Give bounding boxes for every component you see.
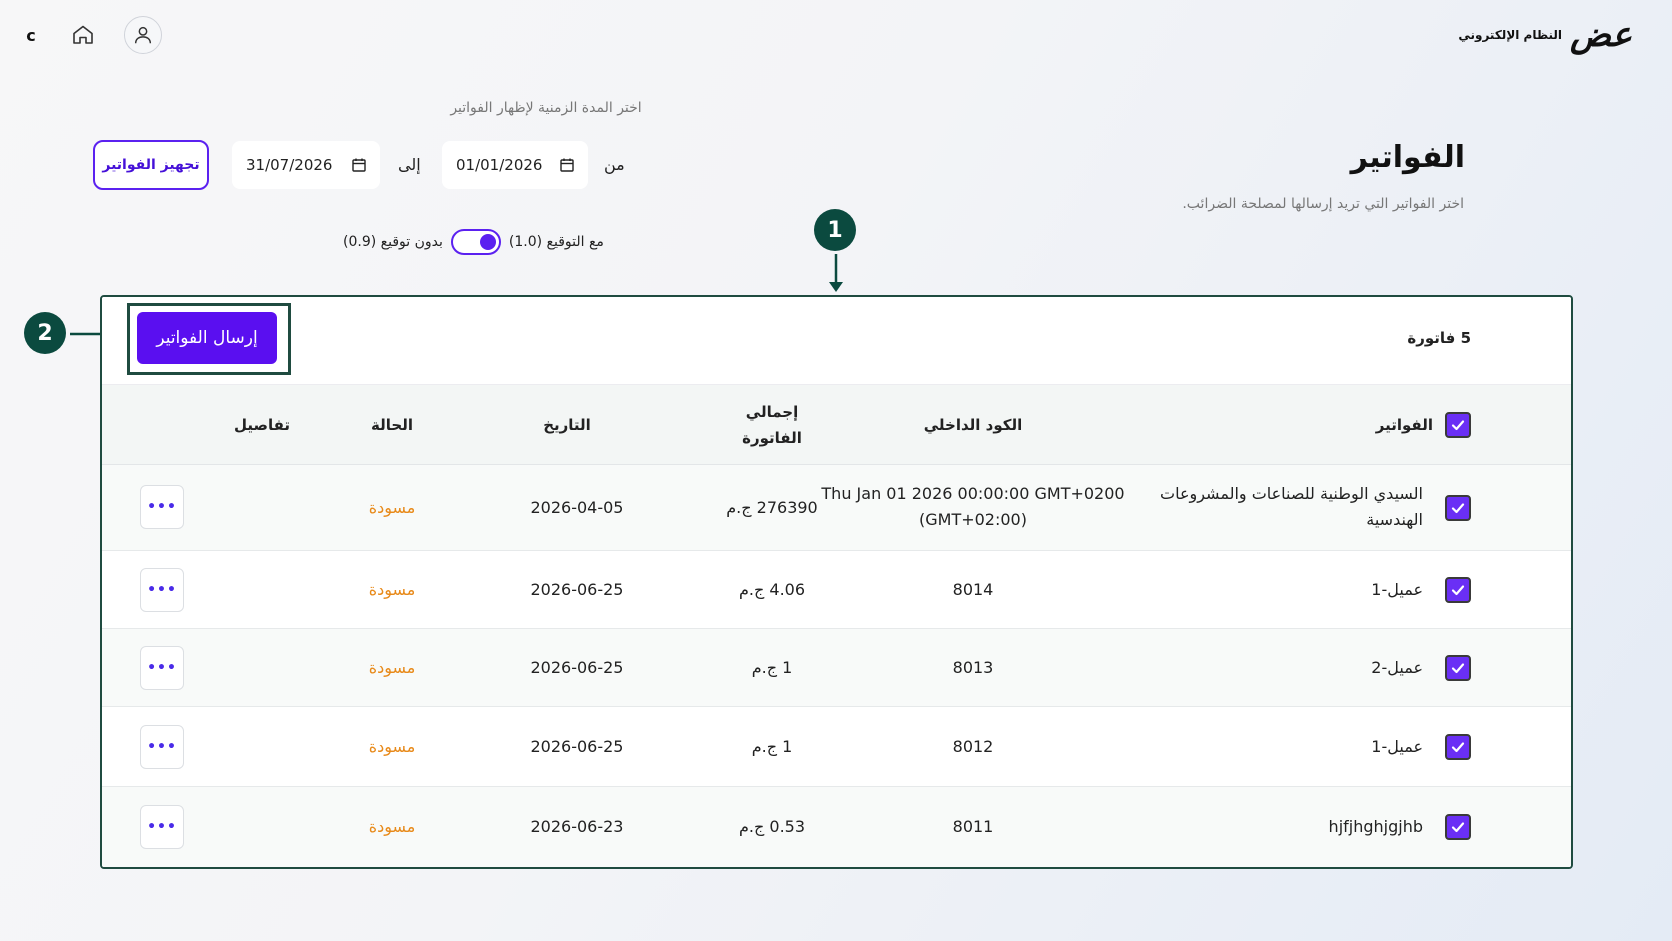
select-all-checkbox[interactable] (1445, 412, 1471, 438)
annotation-marker-2: 2 (24, 312, 66, 354)
more-button[interactable]: ••• (140, 485, 184, 529)
internal-code: 8014 (952, 580, 994, 599)
from-date-value: 01/01/2026 (456, 156, 543, 174)
profile-button[interactable] (124, 16, 162, 54)
header-invoices: الفواتير (1375, 416, 1433, 434)
internal-code-line2: (GMT+02:00) (919, 510, 1027, 529)
table-row[interactable]: عميل-2 8013 1 ج.م 2026-06-25 مسودة ••• (102, 629, 1571, 707)
check-icon (1451, 420, 1465, 431)
header-details: تفاصيل (233, 416, 291, 434)
more-button[interactable]: ••• (140, 568, 184, 612)
brand: عض النظام الإلكتروني (1458, 18, 1632, 52)
header-date: التاريخ (543, 416, 591, 434)
invoice-count: 5 فاتورة (1407, 329, 1471, 347)
signature-toggle[interactable] (450, 229, 501, 255)
row-checkbox[interactable] (1445, 577, 1471, 603)
language-toggle[interactable]: c (20, 26, 42, 45)
internal-code-line1: Thu Jan 01 2026 00:00:00 GMT+0200 (821, 484, 1125, 503)
to-label: إلى (398, 155, 421, 174)
toggle-knob (479, 234, 496, 250)
invoice-date: 2026-06-25 (530, 658, 624, 677)
check-icon (1451, 585, 1465, 596)
invoice-name: عميل-1 (1371, 580, 1423, 599)
date-range-label: اختر المدة الزمنية لإظهار الفواتير (450, 100, 642, 116)
table-row[interactable]: السيدي الوطنية للصناعات والمشروعات الهند… (102, 465, 1571, 551)
status-badge: مسودة (368, 580, 416, 599)
table-row[interactable]: عميل-1 8014 4.06 ج.م 2026-06-25 مسودة ••… (102, 551, 1571, 629)
invoice-total: 1 ج.م (751, 737, 793, 756)
invoice-total: 1 ج.م (751, 658, 793, 677)
status-badge: مسودة (368, 817, 416, 836)
more-button[interactable]: ••• (140, 725, 184, 769)
invoice-name-line2: الهندسية (1366, 510, 1423, 529)
home-button[interactable] (64, 16, 102, 54)
more-button[interactable]: ••• (140, 646, 184, 690)
more-button[interactable]: ••• (140, 805, 184, 849)
signature-toggle-row: بدون توقيع (0.9) مع التوقيع (1.0) (343, 229, 604, 255)
user-icon (134, 26, 152, 44)
internal-code: Thu Jan 01 2026 00:00:00 GMT+0200 (GMT+0… (788, 481, 1158, 533)
to-date-value: 31/07/2026 (246, 156, 333, 174)
invoice-name: عميل-1 (1371, 737, 1423, 756)
more-icon: ••• (147, 819, 177, 835)
row-checkbox[interactable] (1445, 814, 1471, 840)
invoice-name-line1: السيدي الوطنية للصناعات والمشروعات (1160, 484, 1423, 503)
brand-logo: عض (1570, 15, 1632, 55)
invoice-total: 4.06 ج.م (738, 580, 806, 599)
page-subtitle: اختر الفواتير التي تريد إرسالها لمصلحة ا… (1182, 196, 1464, 212)
header-total: إجمالي الفاتورة (702, 399, 842, 451)
invoice-date: 2026-06-25 (530, 580, 624, 599)
invoice-name: السيدي الوطنية للصناعات والمشروعات الهند… (1123, 481, 1423, 533)
status-badge: مسودة (368, 658, 416, 677)
invoice-total: 0.53 ج.م (738, 817, 806, 836)
invoice-date: 2026-04-05 (530, 498, 624, 517)
table-row[interactable]: عميل-1 8012 1 ج.م 2026-06-25 مسودة ••• (102, 707, 1571, 787)
status-badge: مسودة (368, 737, 416, 756)
header-total-line2: الفاتورة (742, 429, 802, 447)
header-internal-code: الكود الداخلي (923, 416, 1023, 434)
check-icon (1451, 503, 1465, 514)
row-checkbox[interactable] (1445, 495, 1471, 521)
topbar-left: c (20, 16, 162, 54)
prepare-invoices-button[interactable]: تجهيز الفواتير (93, 140, 209, 190)
check-icon (1451, 822, 1465, 833)
header-total-line1: إجمالي (745, 403, 799, 421)
unsigned-label: بدون توقيع (0.9) (343, 234, 443, 250)
check-icon (1451, 663, 1465, 674)
invoice-total: 276390 ج.م (726, 498, 818, 517)
header-status: الحالة (371, 416, 413, 434)
status-badge: مسودة (368, 498, 416, 517)
calendar-icon[interactable] (560, 158, 574, 172)
annotation-arrow-1 (829, 254, 843, 292)
internal-code: 8013 (952, 658, 994, 677)
table-header: الفواتير الكود الداخلي إجمالي الفاتورة ا… (102, 385, 1571, 465)
more-icon: ••• (147, 739, 177, 755)
page-title: الفواتير (1350, 140, 1465, 175)
from-label: من (604, 155, 625, 174)
annotation-marker-1: 1 (814, 209, 856, 251)
more-icon: ••• (147, 499, 177, 515)
more-icon: ••• (147, 660, 177, 676)
invoice-date: 2026-06-25 (530, 737, 624, 756)
home-icon (73, 25, 93, 44)
from-date-input[interactable]: 01/01/2026 (442, 141, 588, 189)
invoice-date: 2026-06-23 (530, 817, 624, 836)
to-date-input[interactable]: 31/07/2026 (232, 141, 380, 189)
row-checkbox[interactable] (1445, 655, 1471, 681)
brand-name: النظام الإلكتروني (1458, 28, 1563, 42)
more-icon: ••• (147, 582, 177, 598)
row-checkbox[interactable] (1445, 734, 1471, 760)
check-icon (1451, 742, 1465, 753)
internal-code: 8012 (952, 737, 994, 756)
invoice-name: hjfjhghjgjhb (1328, 817, 1423, 836)
signed-label: مع التوقيع (1.0) (508, 234, 604, 250)
table-row[interactable]: hjfjhghjgjhb 8011 0.53 ج.م 2026-06-23 مس… (102, 787, 1571, 867)
send-invoices-button[interactable]: إرسال الفواتير (137, 312, 277, 364)
invoices-card: 5 فاتورة إرسال الفواتير الفواتير الكود ا… (100, 295, 1573, 869)
internal-code: 8011 (952, 817, 994, 836)
calendar-icon[interactable] (352, 158, 366, 172)
card-header: 5 فاتورة إرسال الفواتير (102, 297, 1571, 385)
invoice-name: عميل-2 (1371, 658, 1423, 677)
